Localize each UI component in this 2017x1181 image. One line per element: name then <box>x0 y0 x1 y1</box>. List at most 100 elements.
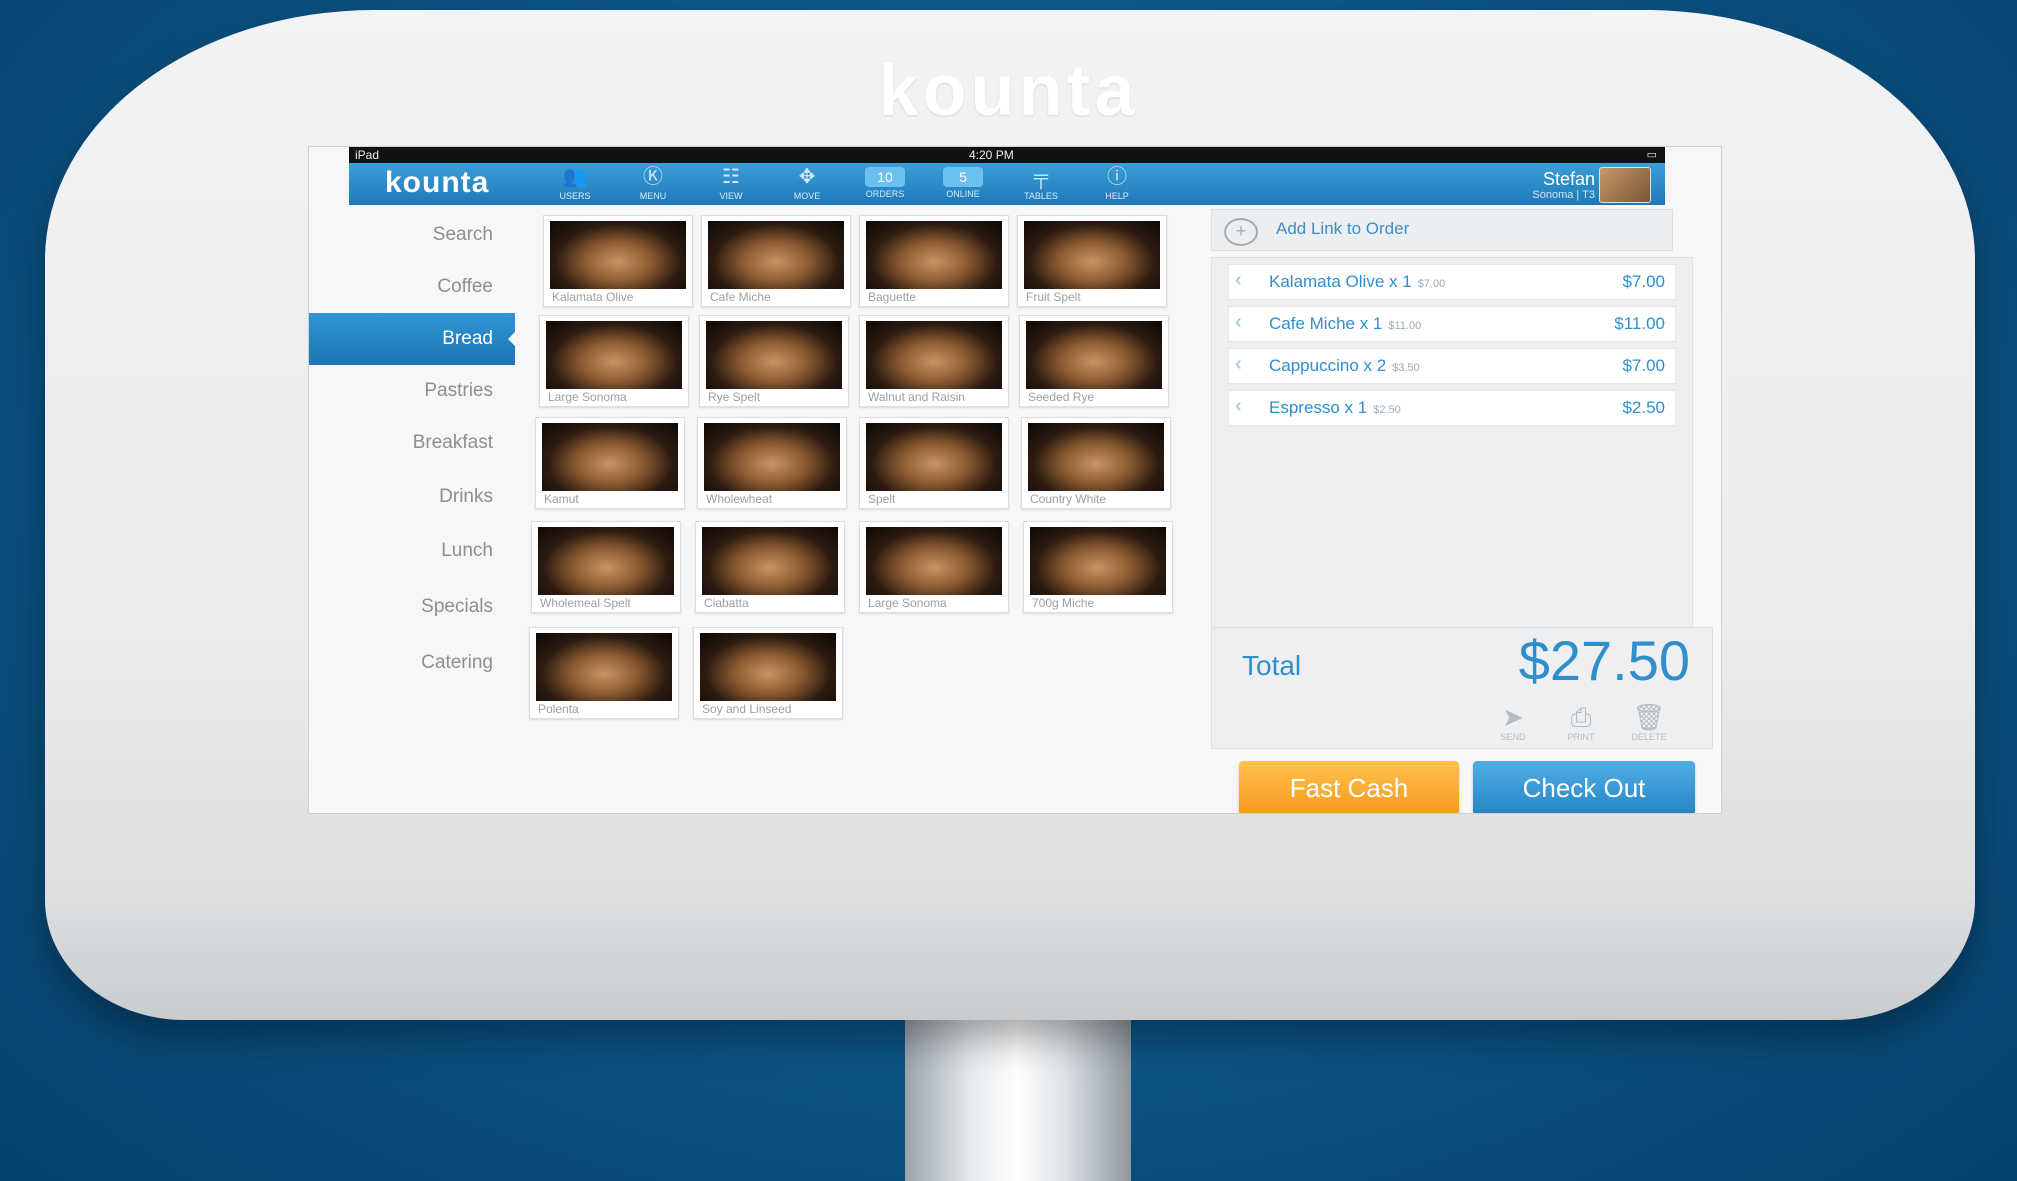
add-link-label: Add Link to Order <box>1276 219 1410 238</box>
product-name: Fruit Spelt <box>1026 290 1081 304</box>
category-pastries[interactable]: Pastries <box>309 365 515 417</box>
product-name: Baguette <box>868 290 917 304</box>
chevron-left-icon: ‹ <box>1235 353 1242 375</box>
send-button[interactable]: ➤ SEND <box>1490 702 1536 742</box>
order-line-unit-price: $11.00 <box>1388 320 1422 332</box>
nav-users[interactable]: 👥 USERS <box>545 165 605 205</box>
pos-screen: iPad 4:20 PM ▭ kounta 👥 USERS Ⓚ MENU ☷ V… <box>308 146 1722 814</box>
nav-move[interactable]: ✥ MOVE <box>777 165 837 205</box>
order-line-unit-price: $2.50 <box>1373 404 1401 416</box>
user-profile[interactable]: Stefan Sonoma | T3 <box>1437 165 1657 203</box>
nav-tables[interactable]: ╤ TABLES <box>1011 165 1071 205</box>
product-name: Spelt <box>868 492 896 506</box>
move-icon: ✥ <box>798 166 816 188</box>
product-image <box>700 633 836 701</box>
product-tile[interactable]: Seeded Rye <box>1019 315 1169 407</box>
order-line[interactable]: ‹ Espresso x 1 $2.50 $2.50 <box>1228 390 1676 426</box>
nav-online[interactable]: 5 ONLINE <box>933 165 993 205</box>
order-line-item: Espresso x 1 $2.50 <box>1269 398 1401 418</box>
order-line-item: Cappuccino x 2 $3.50 <box>1269 356 1420 376</box>
category-search[interactable]: Search <box>309 209 515 261</box>
print-icon: ⎙ <box>1570 702 1592 732</box>
product-grid: Kalamata Olive Cafe Miche Baguette Fruit… <box>529 215 1173 775</box>
order-line-name: Cappuccino x 2 <box>1269 356 1387 375</box>
nav-label: HELP <box>1105 191 1129 201</box>
product-tile[interactable]: Kalamata Olive <box>543 215 693 307</box>
nav-orders[interactable]: 10 ORDERS <box>855 165 915 205</box>
users-icon: 👥 <box>562 166 588 188</box>
send-icon: ➤ <box>1502 702 1524 732</box>
product-name: 700g Miche <box>1032 596 1095 610</box>
product-image <box>702 527 838 595</box>
fast-cash-button[interactable]: Fast Cash <box>1239 761 1459 813</box>
product-image <box>866 221 1002 289</box>
trash-icon: 🗑 <box>1632 702 1666 732</box>
product-name: Rye Spelt <box>708 390 761 404</box>
product-tile[interactable]: Large Sonoma <box>539 315 689 407</box>
menu-icon: Ⓚ <box>643 166 663 188</box>
category-bread[interactable]: Bread <box>309 313 516 365</box>
product-image <box>550 221 686 289</box>
product-name: Kalamata Olive <box>552 290 634 304</box>
product-tile[interactable]: Cafe Miche <box>701 215 851 307</box>
check-out-button[interactable]: Check Out <box>1473 761 1695 813</box>
category-lunch[interactable]: Lunch <box>309 525 515 577</box>
product-tile[interactable]: Kamut <box>535 417 685 509</box>
order-line[interactable]: ‹ Cappuccino x 2 $3.50 $7.00 <box>1228 348 1676 384</box>
print-button[interactable]: ⎙ PRINT <box>1558 702 1604 742</box>
delete-button[interactable]: 🗑 DELETE <box>1626 702 1672 742</box>
product-image <box>1028 423 1164 491</box>
product-tile[interactable]: Country White <box>1021 417 1171 509</box>
order-line-item: Cafe Miche x 1 $11.00 <box>1269 314 1421 334</box>
send-label: SEND <box>1500 732 1526 742</box>
online-badge: 5 <box>943 167 983 187</box>
product-tile[interactable]: Baguette <box>859 215 1009 307</box>
product-name: Polenta <box>538 702 579 716</box>
user-location: Sonoma | T3 <box>1532 189 1595 201</box>
category-coffee[interactable]: Coffee <box>309 261 515 313</box>
product-tile[interactable]: Ciabatta <box>695 521 845 613</box>
kiosk-brand-logo: kounta <box>878 51 1139 131</box>
category-specials[interactable]: Specials <box>309 581 515 633</box>
total-amount: $27.50 <box>1518 629 1690 692</box>
order-line-price: $11.00 <box>1614 314 1665 333</box>
product-tile[interactable]: Fruit Spelt <box>1017 215 1167 307</box>
nav-view[interactable]: ☷ VIEW <box>701 165 761 205</box>
product-tile[interactable]: Polenta <box>529 627 679 719</box>
orders-badge: 10 <box>865 167 905 187</box>
product-image <box>538 527 674 595</box>
nav-label: ORDERS <box>865 189 905 199</box>
order-line-price: $7.00 <box>1622 272 1665 291</box>
product-tile[interactable]: Soy and Linseed <box>693 627 843 719</box>
nav-menu[interactable]: Ⓚ MENU <box>623 165 683 205</box>
product-name: Walnut and Raisin <box>868 390 965 404</box>
nav-help[interactable]: ⓘ HELP <box>1087 165 1147 205</box>
category-breakfast[interactable]: Breakfast <box>309 417 515 469</box>
product-image <box>1024 221 1160 289</box>
product-image <box>704 423 840 491</box>
product-image <box>1026 321 1162 389</box>
category-drinks[interactable]: Drinks <box>309 471 515 523</box>
product-name: Ciabatta <box>704 596 749 610</box>
product-image <box>866 321 1002 389</box>
product-tile[interactable]: Walnut and Raisin <box>859 315 1009 407</box>
product-tile[interactable]: Wholewheat <box>697 417 847 509</box>
order-line-name: Kalamata Olive x 1 <box>1269 272 1412 291</box>
chevron-left-icon: ‹ <box>1235 269 1242 291</box>
product-name: Cafe Miche <box>710 290 771 304</box>
tables-icon: ╤ <box>1033 166 1049 188</box>
product-tile[interactable]: Spelt <box>859 417 1009 509</box>
product-tile[interactable]: 700g Miche <box>1023 521 1173 613</box>
product-image <box>542 423 678 491</box>
chevron-left-icon: ‹ <box>1235 395 1242 417</box>
device-label: iPad <box>355 148 380 162</box>
add-link-to-order-button[interactable]: + Add Link to Order <box>1211 209 1673 251</box>
product-tile[interactable]: Wholemeal Spelt <box>531 521 681 613</box>
product-tile[interactable]: Large Sonoma <box>859 521 1009 613</box>
category-catering[interactable]: Catering <box>309 637 515 689</box>
product-tile[interactable]: Rye Spelt <box>699 315 849 407</box>
order-line[interactable]: ‹ Kalamata Olive x 1 $7.00 $7.00 <box>1228 264 1676 300</box>
product-image <box>546 321 682 389</box>
view-icon: ☷ <box>722 166 740 188</box>
order-line[interactable]: ‹ Cafe Miche x 1 $11.00 $11.00 <box>1228 306 1676 342</box>
